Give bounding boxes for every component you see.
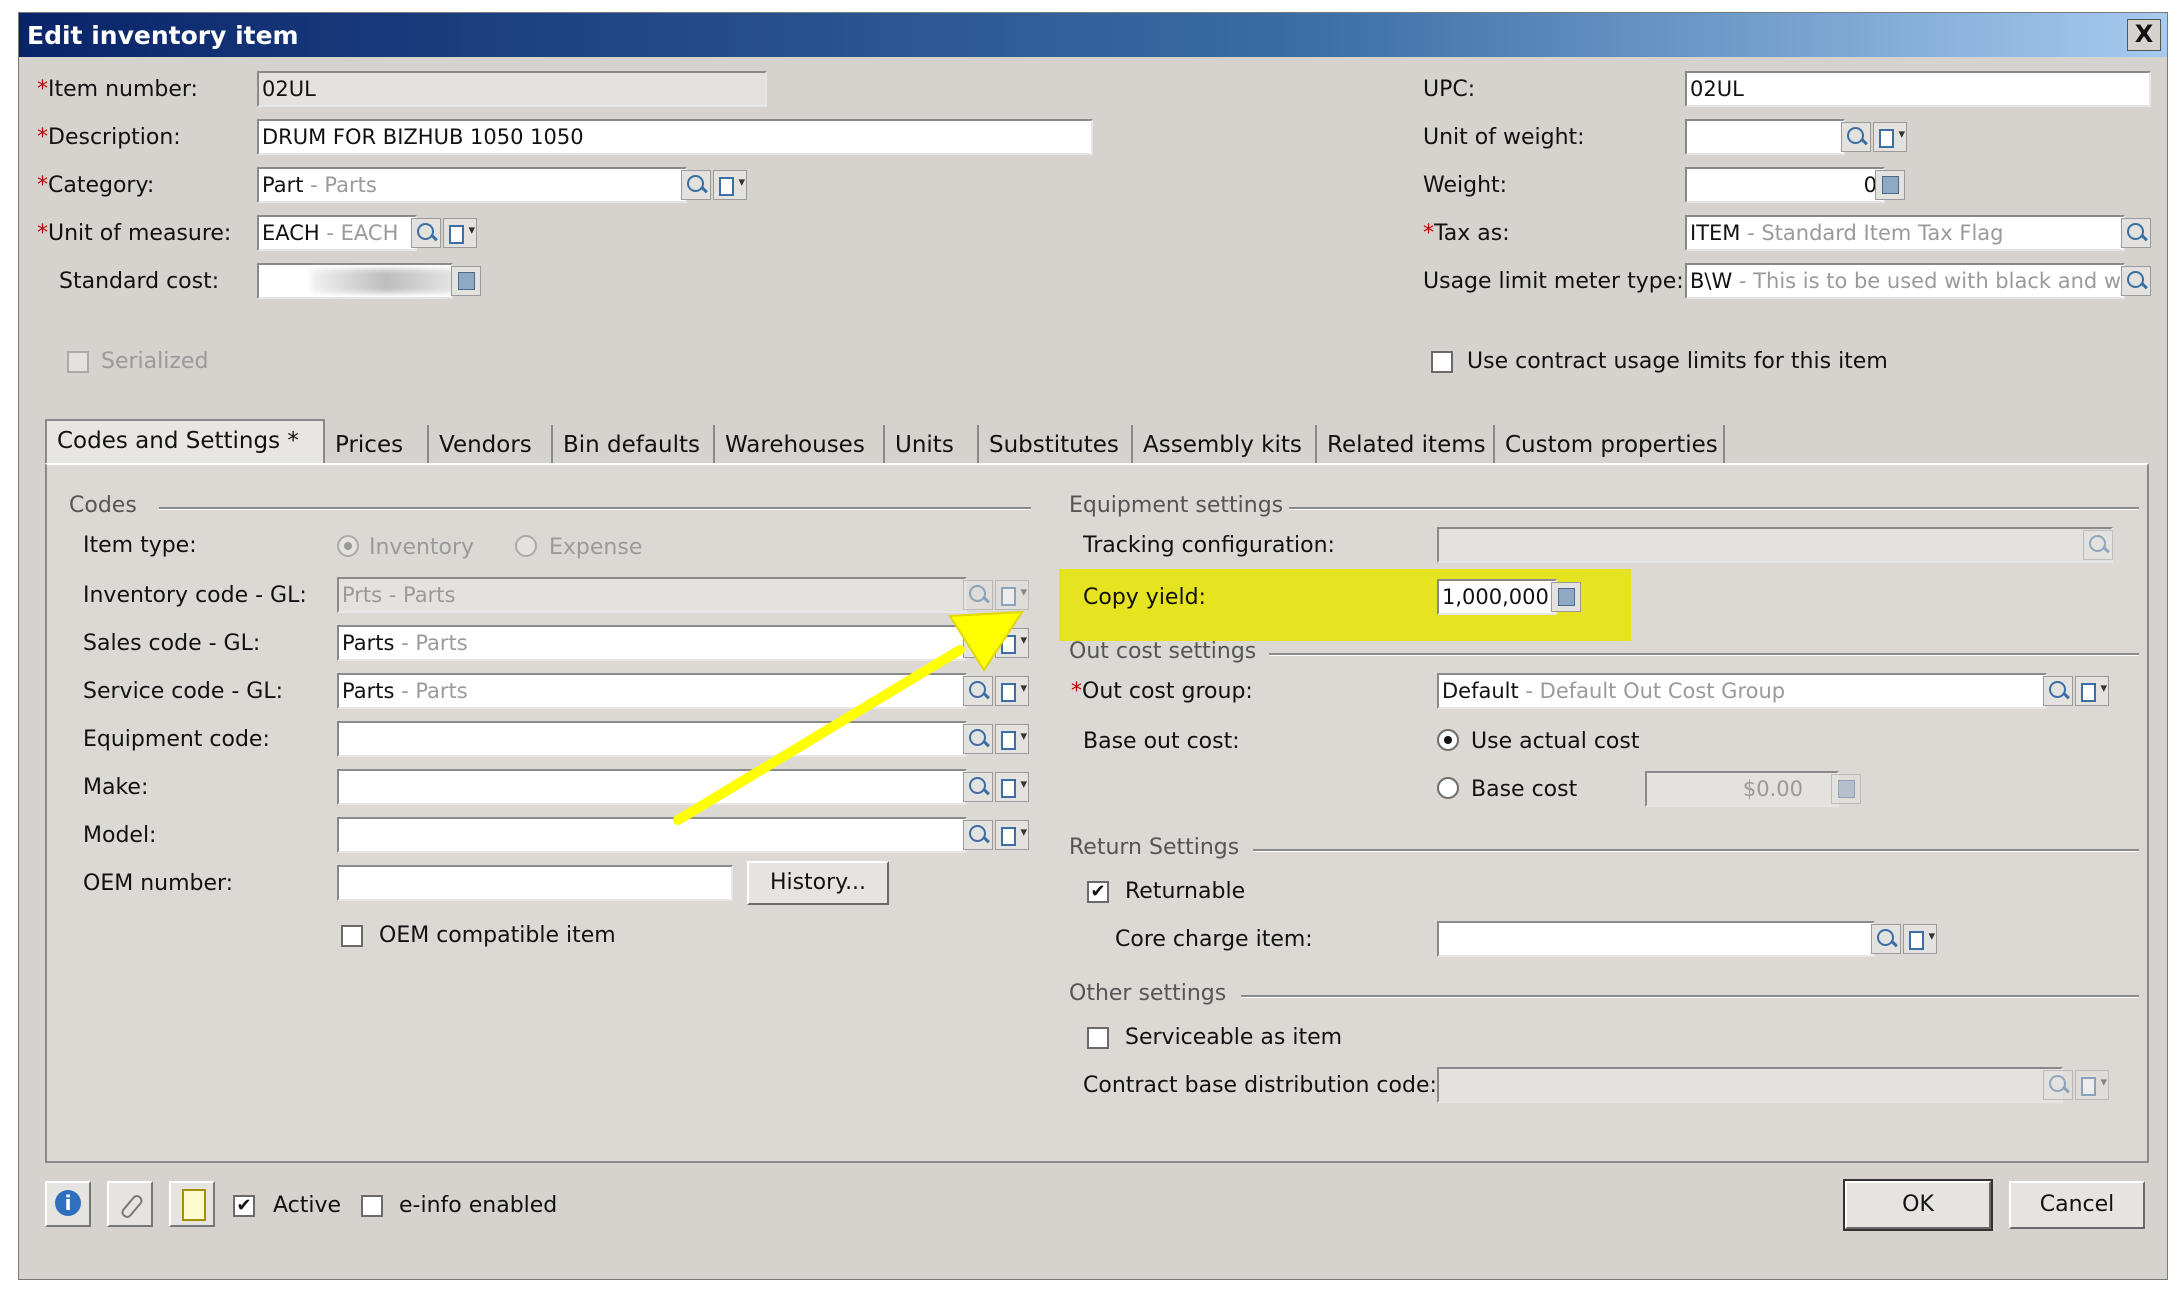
annotation-arrow (673, 610, 1024, 825)
arrow-head (948, 610, 1024, 672)
arrow-shaft (673, 645, 965, 825)
